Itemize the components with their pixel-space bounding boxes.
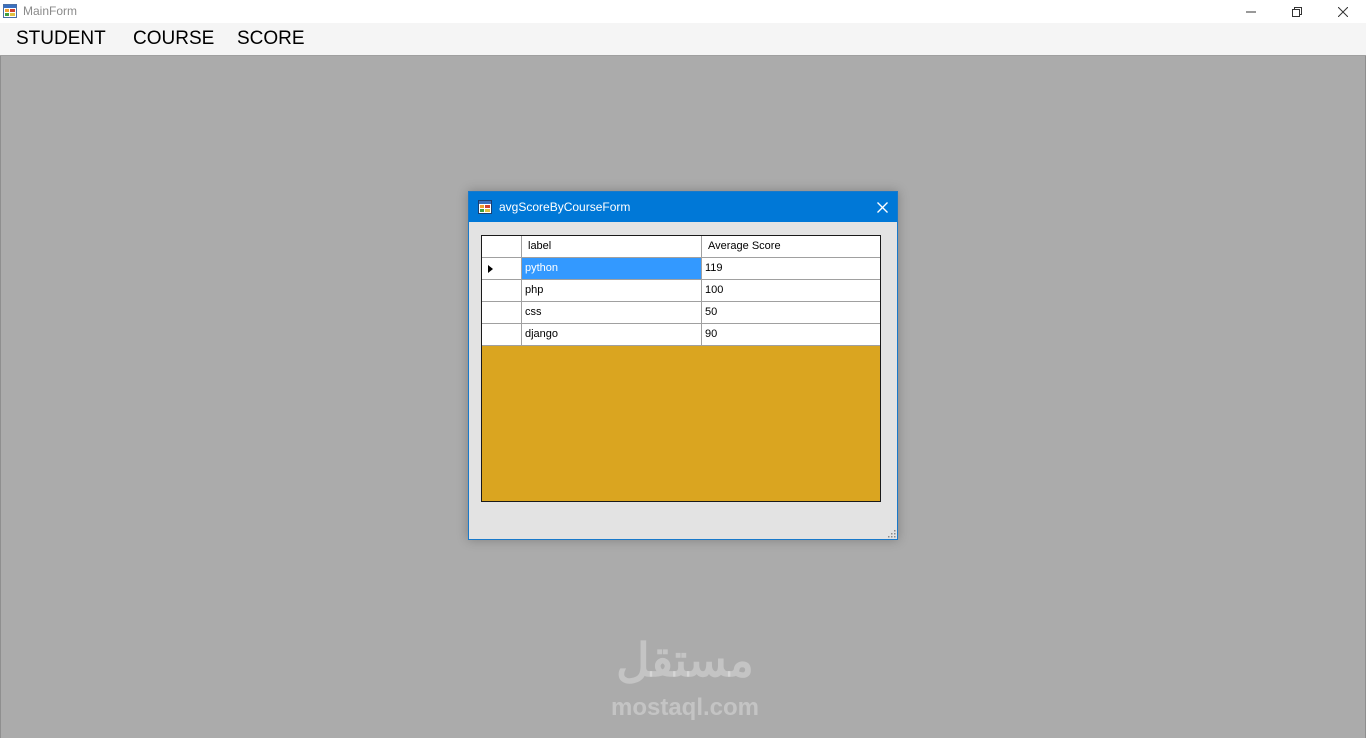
main-window-title: MainForm — [23, 4, 78, 18]
row-header[interactable] — [482, 280, 522, 301]
resize-grip-icon[interactable] — [886, 528, 896, 538]
row-header[interactable] — [482, 324, 522, 345]
menu-bar: STUDENT COURSE SCORE — [0, 23, 1366, 56]
minimize-icon — [1246, 11, 1256, 12]
menu-item-student[interactable]: STUDENT — [16, 27, 106, 51]
restore-icon — [1292, 6, 1302, 17]
column-header-average-score[interactable]: Average Score — [702, 236, 880, 257]
grid-header-row: label Average Score — [482, 236, 880, 258]
minimize-button[interactable] — [1228, 0, 1274, 23]
close-icon — [1338, 6, 1348, 17]
row-pointer-icon — [488, 265, 493, 273]
cell-average-score[interactable]: 100 — [702, 280, 880, 301]
table-row[interactable]: php 100 — [482, 280, 880, 302]
menu-item-course[interactable]: COURSE — [133, 27, 214, 51]
cell-label[interactable]: python — [522, 258, 702, 279]
avg-score-dialog: avgScoreByCourseForm label Average Score… — [468, 191, 898, 540]
table-row[interactable]: css 50 — [482, 302, 880, 324]
app-window-icon — [478, 200, 492, 214]
cell-average-score[interactable]: 50 — [702, 302, 880, 323]
cell-label[interactable]: css — [522, 302, 702, 323]
dialog-title: avgScoreByCourseForm — [499, 200, 631, 214]
row-header[interactable] — [482, 258, 522, 279]
table-row[interactable]: python 119 — [482, 258, 880, 280]
app-window-icon — [3, 4, 17, 18]
watermark-arabic: مستقل — [616, 634, 754, 686]
close-window-button[interactable] — [1320, 0, 1366, 23]
column-header-label[interactable]: label — [522, 236, 702, 257]
cell-label[interactable]: php — [522, 280, 702, 301]
cell-average-score[interactable]: 119 — [702, 258, 880, 279]
restore-button[interactable] — [1274, 0, 1320, 23]
cell-average-score[interactable]: 90 — [702, 324, 880, 345]
main-title-bar: MainForm — [0, 0, 1366, 23]
table-row[interactable]: django 90 — [482, 324, 880, 346]
dialog-title-bar[interactable]: avgScoreByCourseForm — [469, 192, 897, 222]
watermark-latin: mostaql.com — [610, 694, 760, 721]
data-grid[interactable]: label Average Score python 119 php 100 c… — [481, 235, 881, 502]
cell-label[interactable]: django — [522, 324, 702, 345]
grid-corner-header[interactable] — [482, 236, 522, 257]
menu-item-score[interactable]: SCORE — [237, 27, 305, 51]
close-icon — [876, 201, 888, 213]
row-header[interactable] — [482, 302, 522, 323]
dialog-close-button[interactable] — [867, 192, 897, 222]
